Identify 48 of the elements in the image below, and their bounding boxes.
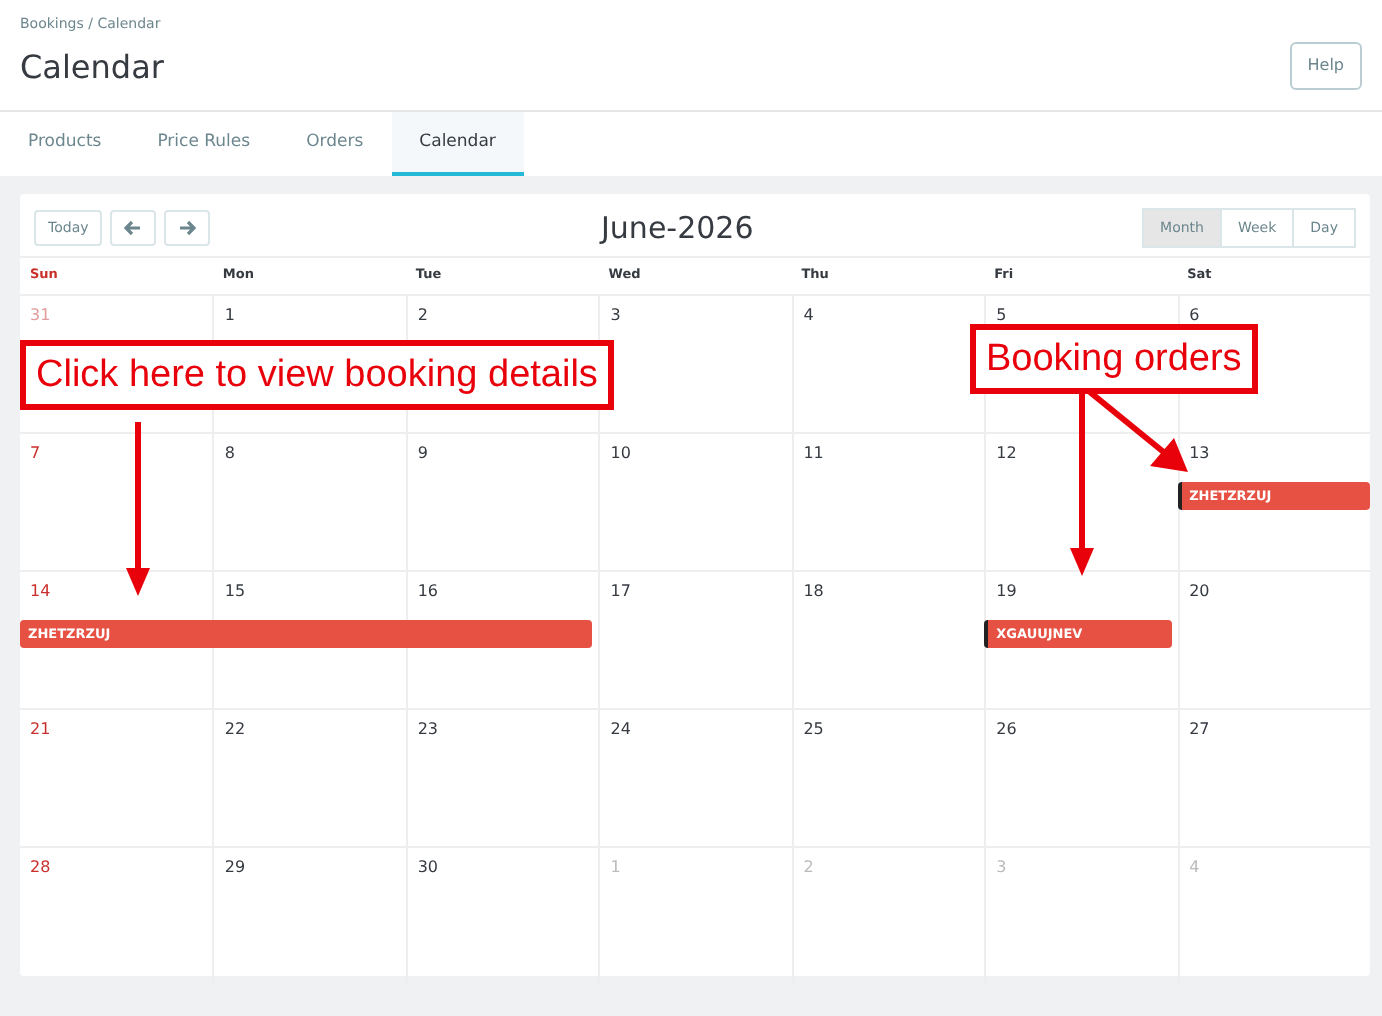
day-number: 31 bbox=[30, 306, 51, 324]
day-number: 14 bbox=[30, 582, 51, 600]
day-number: 18 bbox=[803, 582, 824, 600]
day-number: 7 bbox=[30, 444, 41, 462]
day-number: 11 bbox=[803, 444, 824, 462]
day-number: 29 bbox=[224, 858, 246, 876]
day-number: 30 bbox=[417, 858, 439, 876]
day-number: 1 bbox=[610, 858, 621, 876]
day-number: 3 bbox=[996, 858, 1007, 876]
day-number: 5 bbox=[996, 306, 1007, 324]
callout-label: Click here to view booking details bbox=[20, 340, 614, 410]
day-number: 2 bbox=[803, 858, 814, 876]
callout-label: Booking orders bbox=[970, 324, 1258, 394]
day-number: 15 bbox=[224, 582, 246, 600]
day-number: 25 bbox=[803, 720, 824, 738]
day-number: 4 bbox=[803, 306, 814, 324]
day-number: 16 bbox=[417, 582, 439, 600]
tab[interactable]: Orders bbox=[278, 112, 392, 176]
day-number: 9 bbox=[417, 444, 428, 462]
right-arrow-icon bbox=[178, 220, 197, 236]
day-number: 10 bbox=[610, 444, 631, 462]
day-number: 19 bbox=[996, 582, 1017, 600]
next-button[interactable] bbox=[164, 210, 211, 246]
day-number: 22 bbox=[224, 720, 246, 738]
day-number: 1 bbox=[224, 306, 236, 324]
help-button[interactable]: Help bbox=[1289, 42, 1362, 90]
day-number: 23 bbox=[417, 720, 439, 738]
day-number: 20 bbox=[1189, 582, 1210, 600]
day-number: 13 bbox=[1189, 444, 1210, 462]
day-number: 6 bbox=[1189, 306, 1200, 324]
day-number: 12 bbox=[996, 444, 1017, 462]
day-number: 2 bbox=[417, 306, 428, 324]
day-number: 17 bbox=[610, 582, 631, 600]
tab[interactable]: Calendar bbox=[391, 112, 524, 176]
day-number: 26 bbox=[996, 720, 1017, 738]
day-number: 8 bbox=[224, 444, 236, 462]
tab[interactable]: Products bbox=[0, 112, 130, 176]
day-number: 21 bbox=[30, 720, 51, 738]
left-arrow-icon bbox=[124, 220, 143, 236]
calendar-title: June-2026 bbox=[601, 209, 754, 246]
page-title: Calendar bbox=[20, 51, 164, 83]
day-number: 3 bbox=[610, 306, 621, 324]
day-number: 28 bbox=[30, 858, 51, 876]
day-number: 4 bbox=[1189, 858, 1200, 876]
day-number: 24 bbox=[610, 720, 631, 738]
tab[interactable]: Price Rules bbox=[129, 112, 279, 176]
previous-button[interactable] bbox=[110, 210, 157, 246]
day-number: 27 bbox=[1189, 720, 1210, 738]
